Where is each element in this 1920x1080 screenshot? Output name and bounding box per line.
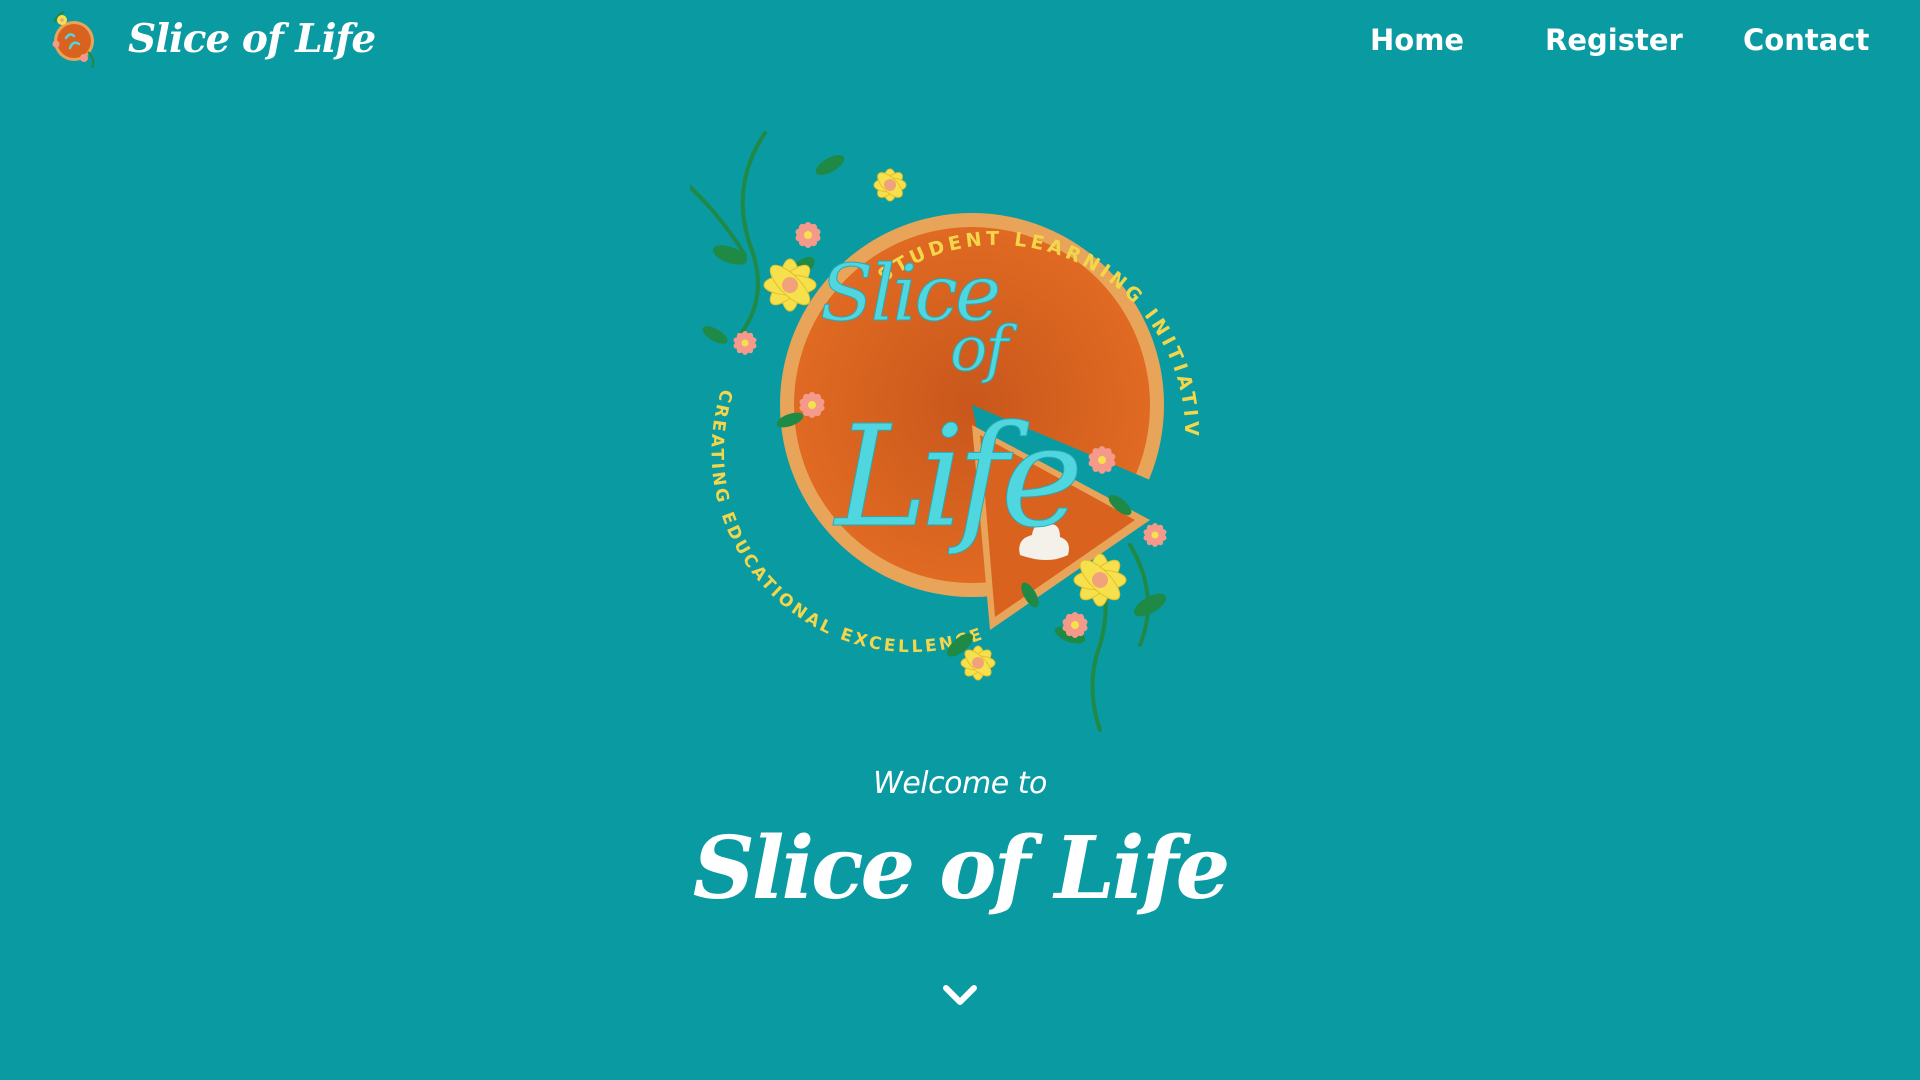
slice-of-life-logo-icon xyxy=(52,11,95,69)
nav-register[interactable]: Register xyxy=(1545,18,1683,62)
site-header: Slice of Life Home Register Contact xyxy=(0,0,1920,80)
welcome-text: Welcome to xyxy=(873,766,1047,801)
chevron-down-icon[interactable] xyxy=(940,980,980,1008)
brand-name: Slice of Life xyxy=(128,15,376,62)
nav-contact[interactable]: Contact xyxy=(1743,18,1869,62)
nav-home[interactable]: Home xyxy=(1370,18,1464,62)
slice-of-life-emblem: STUDENT LEARNING INITIATIVE CREATING EDU… xyxy=(690,125,1198,732)
svg-text:Life: Life xyxy=(832,396,1078,559)
hero-title: Slice of Life xyxy=(692,818,1231,919)
brand-home-link[interactable]: Slice of Life xyxy=(44,8,376,70)
